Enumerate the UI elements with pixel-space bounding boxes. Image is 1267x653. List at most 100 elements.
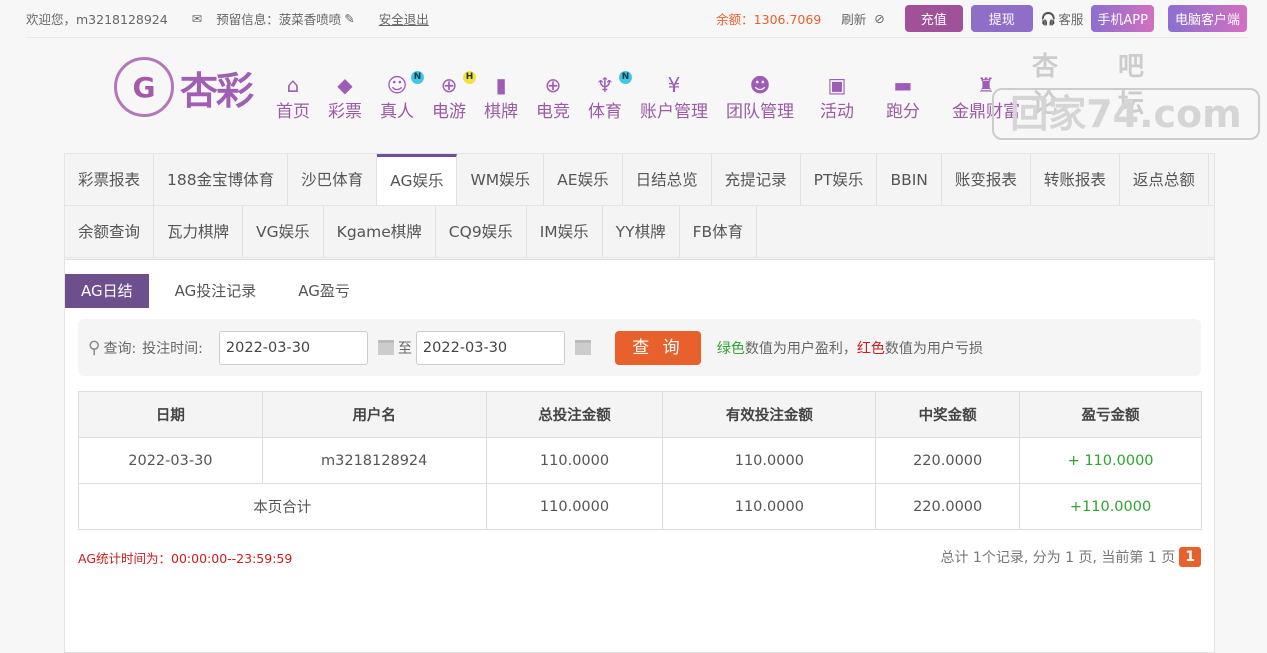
nav-paofen[interactable]: ▬ 跑分 xyxy=(886,73,920,122)
logout-link[interactable]: 安全退出 xyxy=(379,9,429,28)
subtab-ag-daily[interactable]: AG日结 xyxy=(65,274,149,308)
cell-username: m3218128924 xyxy=(261,437,487,484)
nav-promotions[interactable]: ▣ 活动 xyxy=(820,73,854,122)
table-row: 2022-03-30 m3218128924 110.0000 110.0000… xyxy=(78,437,1202,484)
watermark: 杏吧 论坛 回家74.com xyxy=(992,46,1262,142)
cell-win: 220.0000 xyxy=(875,437,1021,484)
tab-item[interactable]: 充提记录 xyxy=(712,154,801,205)
tab-item[interactable]: CQ9娱乐 xyxy=(436,206,527,257)
nav-label: 真人 xyxy=(380,102,414,122)
nav-label: 体育 xyxy=(588,102,622,122)
col-valid-bet: 有效投注金额 xyxy=(662,391,877,438)
welcome-text: 欢迎您，m3218128924 xyxy=(26,12,168,27)
tab-item[interactable]: 188金宝博体育 xyxy=(154,154,289,205)
recharge-button[interactable]: 充值 xyxy=(904,5,963,32)
report-tabs: 彩票报表 188金宝博体育 沙巴体育 AG娱乐 WM娱乐 AE娱乐 日结总览 充提记录 PT娱乐… xyxy=(65,154,1214,260)
bet-time-label: 投注时间: xyxy=(142,340,203,357)
col-total-bet: 总投注金额 xyxy=(485,391,664,438)
tab-item[interactable]: WM娱乐 xyxy=(457,154,545,205)
tab-item[interactable]: AE娱乐 xyxy=(544,154,623,205)
service-link[interactable]: 客服 xyxy=(1058,9,1083,28)
nav-label: 电游 xyxy=(432,102,466,122)
nav-label: 彩票 xyxy=(328,102,362,122)
tab-item[interactable]: 账变报表 xyxy=(942,154,1031,205)
nav-sports[interactable]: ♆ N 体育 xyxy=(588,71,632,122)
pc-client-button[interactable]: 电脑客户端 xyxy=(1167,5,1247,32)
col-win: 中奖金额 xyxy=(875,391,1021,438)
withdraw-button[interactable]: 提现 xyxy=(970,5,1033,32)
stat-time-note: AG统计时间为：00:00:00--23:59:59 xyxy=(78,550,293,566)
tab-item[interactable]: 沙巴体育 xyxy=(288,154,378,205)
tab-item[interactable]: Kgame棋牌 xyxy=(324,206,436,257)
subtab-ag-profit[interactable]: AG盈亏 xyxy=(282,274,366,308)
tab-item[interactable]: 瓦力棋牌 xyxy=(154,206,244,257)
tab-row: 彩票报表 188金宝博体育 沙巴体育 AG娱乐 WM娱乐 AE娱乐 日结总览 充提记录 PT娱乐… xyxy=(65,154,1214,206)
tab-item[interactable]: IM娱乐 xyxy=(527,206,603,257)
report-panel: 彩票报表 188金宝博体育 沙巴体育 AG娱乐 WM娱乐 AE娱乐 日结总览 充提记录 PT娱乐… xyxy=(64,153,1215,653)
tab-item[interactable]: 转账报表 xyxy=(1031,154,1120,205)
nav-esports[interactable]: ⊕ 电竞 xyxy=(536,73,570,122)
hint-green: 绿色 xyxy=(716,340,745,357)
yen-icon: ¥ xyxy=(667,73,681,97)
nav-live[interactable]: ☺ N 真人 xyxy=(380,71,424,122)
query-button[interactable]: 查 询 xyxy=(614,330,701,365)
search-bar: ⚲ 查询: 投注时间: 2022-03-30 至 2022-03-30 查 询 … xyxy=(78,319,1201,376)
nav-slots[interactable]: ⊕ H 电游 xyxy=(432,71,476,122)
tab-item[interactable]: PT娱乐 xyxy=(801,154,878,205)
trophy-icon: ♆ xyxy=(596,73,614,97)
pager-info: 总计 1个记录, 分为 1 页, 当前第 1 页 xyxy=(940,550,1176,566)
tab-item[interactable]: BBIN xyxy=(877,154,942,205)
tab-item[interactable]: 返点总额 xyxy=(1120,154,1209,205)
footer: AG统计时间为：00:00:00--23:59:59 总计 1个记录, 分为 1… xyxy=(78,544,1201,570)
team-icon: ☻ xyxy=(749,73,771,97)
logo-mark-icon: G xyxy=(114,57,174,117)
page-1-button[interactable]: 1 xyxy=(1179,547,1201,567)
rhino-icon: ▬ xyxy=(893,73,913,97)
nav-cards[interactable]: ▮ 棋牌 xyxy=(484,73,518,122)
col-date: 日期 xyxy=(78,391,263,438)
nav-label: 电竞 xyxy=(536,102,570,122)
date-from-input[interactable]: 2022-03-30 xyxy=(218,330,368,365)
cell-total-bet: 110.0000 xyxy=(485,437,664,484)
tab-item[interactable]: VG娱乐 xyxy=(243,206,324,257)
sub-tabs: AG日结 AG投注记录 AG盈亏 xyxy=(65,274,1214,308)
nav-label: 棋牌 xyxy=(484,102,518,122)
col-username: 用户名 xyxy=(261,391,487,438)
tab-item[interactable]: YY棋牌 xyxy=(603,206,680,257)
new-badge: N xyxy=(411,71,424,84)
nav-lottery[interactable]: ◆ 彩票 xyxy=(328,73,362,122)
edit-icon[interactable]: ✎ xyxy=(344,11,354,26)
date-to-input[interactable]: 2022-03-30 xyxy=(415,330,565,365)
nav-label: 活动 xyxy=(820,102,854,122)
headset-icon: 🎧 xyxy=(1040,10,1057,26)
hint-text: 数值为用户亏损 xyxy=(884,340,983,357)
tab-item[interactable]: 余额查询 xyxy=(65,206,155,257)
cell-valid-bet: 110.0000 xyxy=(662,483,877,530)
nav-label: 跑分 xyxy=(886,102,920,122)
nav-account[interactable]: ¥ 账户管理 xyxy=(640,73,708,122)
nav-home[interactable]: ⌂ 首页 xyxy=(276,73,310,122)
hide-eye-icon[interactable]: ⊘ xyxy=(874,11,884,26)
mail-icon[interactable]: ✉ xyxy=(192,11,202,26)
balance: 余额：1306.7069 xyxy=(716,12,822,27)
table-total-row: 本页合计 110.0000 110.0000 220.0000 +110.000… xyxy=(78,483,1202,530)
calendar-icon[interactable] xyxy=(377,340,394,355)
logo[interactable]: G 杏彩 xyxy=(114,52,276,122)
girl-icon: ☺ xyxy=(386,73,408,97)
calendar-icon[interactable] xyxy=(574,340,591,355)
tab-item[interactable]: 日结总览 xyxy=(623,154,712,205)
cell-total-bet: 110.0000 xyxy=(485,483,664,530)
tab-item[interactable]: 彩票报表 xyxy=(65,154,155,205)
nav-team[interactable]: ☻ 团队管理 xyxy=(726,73,794,122)
refresh-button[interactable]: 刷新 xyxy=(841,9,866,28)
mobile-app-button[interactable]: 手机APP xyxy=(1091,5,1154,32)
tab-item[interactable]: AG娱乐 xyxy=(377,154,458,205)
search-icon: ⚲ xyxy=(88,337,101,358)
reserved-info: 预留信息：菠菜香喷喷 xyxy=(216,12,342,27)
hint-red: 红色 xyxy=(856,340,885,357)
cell-profit: + 110.0000 xyxy=(1019,437,1202,484)
table-header: 日期 用户名 总投注金额 有效投注金额 中奖金额 盈亏金额 xyxy=(78,391,1202,438)
subtab-ag-bets[interactable]: AG投注记录 xyxy=(159,274,273,308)
tab-item[interactable]: FB体育 xyxy=(680,206,758,257)
col-profit: 盈亏金额 xyxy=(1019,391,1202,438)
